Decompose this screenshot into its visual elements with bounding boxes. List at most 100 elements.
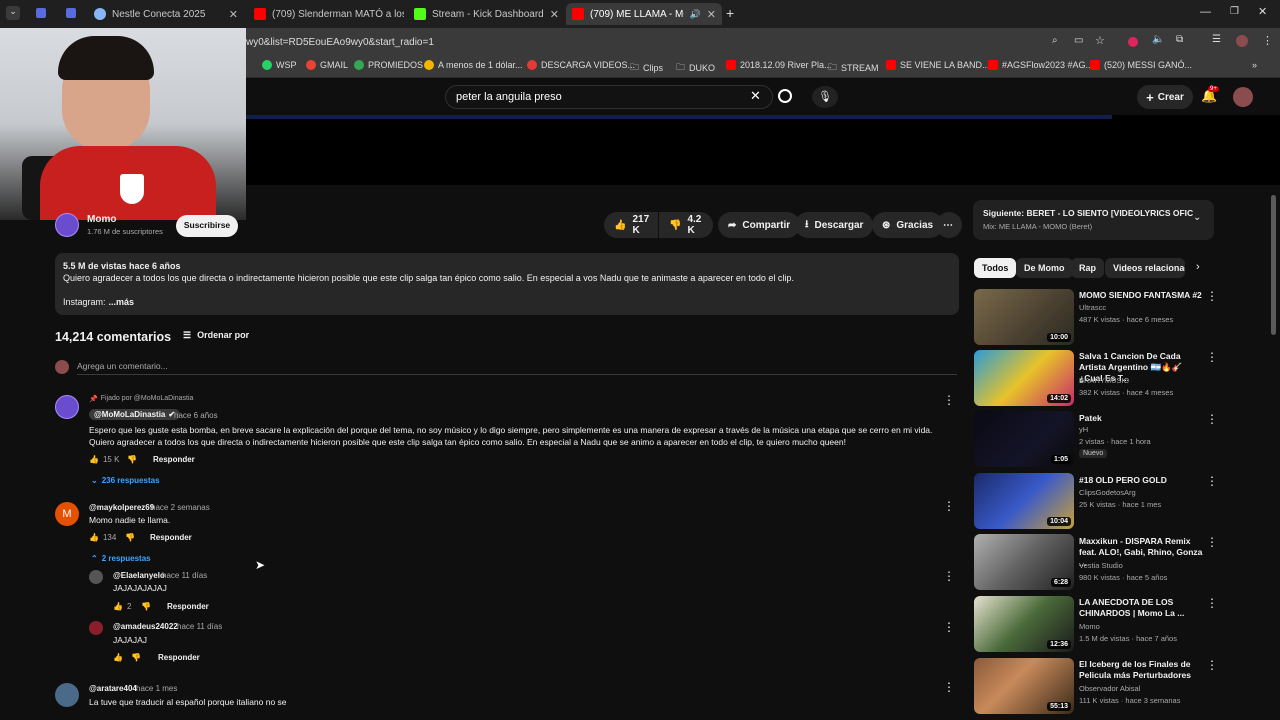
bookmark-item[interactable]: SE VIENE LA BAND... xyxy=(886,60,990,70)
video-title[interactable]: El Iceberg de los Finales de Pelicula má… xyxy=(1079,659,1203,681)
address-bar[interactable]: wy0&list=RD5EouEAo9wy0&start_radio=1 xyxy=(246,37,434,48)
bookmark-folder[interactable]: 🗀 Clips xyxy=(630,60,663,76)
comment-dislike-button[interactable]: 👎 xyxy=(125,533,135,542)
video-thumbnail[interactable]: 1:05 xyxy=(974,411,1074,467)
subscribe-button[interactable]: Suscribirse xyxy=(176,215,238,237)
comment-menu-icon[interactable]: ⋮ xyxy=(943,680,955,694)
video-menu-icon[interactable]: ⋮ xyxy=(1206,658,1218,672)
comment-avatar[interactable] xyxy=(55,395,79,419)
reply-like-button[interactable]: 👍 2 xyxy=(113,602,131,611)
close-window-button[interactable]: ✕ xyxy=(1258,5,1267,18)
video-title[interactable]: MOMO SIENDO FANTASMA #2 xyxy=(1079,290,1203,301)
reply-menu-icon[interactable]: ⋮ xyxy=(943,620,955,634)
comment-author[interactable]: @maykolperez69 xyxy=(89,503,154,512)
show-replies-button[interactable]: ⌄ 236 respuestas xyxy=(91,476,160,485)
expand-playlist-icon[interactable]: ⌄ xyxy=(1193,212,1201,223)
reply-avatar[interactable] xyxy=(89,621,103,635)
video-progress-bar[interactable] xyxy=(246,115,1112,119)
bookmark-item[interactable]: (520) MESSI GANÓ... xyxy=(1090,60,1192,70)
reply-author[interactable]: @amadeus24022 xyxy=(113,622,178,631)
close-tab-icon[interactable]: ✕ xyxy=(550,8,559,21)
video-title[interactable]: LA ANECDOTA DE LOS CHINARDOS | Momo La .… xyxy=(1079,597,1203,619)
reply-button[interactable]: Responder xyxy=(153,455,195,464)
chips-next-icon[interactable]: › xyxy=(1196,261,1200,273)
minimize-button[interactable]: — xyxy=(1200,6,1211,18)
bookmark-item[interactable]: PROMIEDOS xyxy=(354,60,423,70)
channel-name[interactable]: Momo xyxy=(87,214,116,225)
media-control-icon[interactable]: 🔈 xyxy=(1152,34,1164,45)
video-channel[interactable]: BRAHYMUSIC xyxy=(1079,376,1129,385)
share-button[interactable]: ➦ Compartir xyxy=(718,212,801,238)
reply-button[interactable]: Responder xyxy=(167,602,209,611)
browser-tab[interactable]: Stream - Kick Dashboard ✕ xyxy=(408,3,564,25)
video-channel[interactable]: Vestia Studio xyxy=(1079,561,1123,570)
reply-button[interactable]: Responder xyxy=(158,653,200,662)
voice-search-button[interactable]: 🎙 xyxy=(812,86,838,108)
pinned-tab-icon[interactable] xyxy=(66,8,76,18)
show-more-link[interactable]: ...más xyxy=(109,297,135,307)
video-menu-icon[interactable]: ⋮ xyxy=(1206,474,1218,488)
bookmark-item[interactable]: WSP xyxy=(262,60,297,70)
video-thumbnail[interactable]: 14:02 xyxy=(974,350,1074,406)
bookmark-item[interactable]: 2018.12.09 River Pla... xyxy=(726,60,832,70)
hide-replies-button[interactable]: ⌃ 2 respuestas xyxy=(91,554,151,563)
comment-menu-icon[interactable]: ⋮ xyxy=(943,393,955,407)
chip-all[interactable]: Todos xyxy=(974,258,1017,278)
reply-avatar[interactable] xyxy=(89,570,103,584)
reply-menu-icon[interactable]: ⋮ xyxy=(943,569,955,583)
new-tab-button[interactable]: + xyxy=(726,5,734,21)
video-channel[interactable]: Observador Abisal xyxy=(1079,684,1140,693)
bookmark-star-icon[interactable]: ☆ xyxy=(1095,34,1105,47)
bookmark-item[interactable]: GMAIL xyxy=(306,60,348,70)
video-channel[interactable]: Ultrascc xyxy=(1079,303,1106,312)
comment-avatar[interactable] xyxy=(55,683,79,707)
browser-tab[interactable]: Nestle Conecta 2025 ✕ xyxy=(88,3,244,25)
clear-search-icon[interactable]: ✕ xyxy=(750,88,761,104)
bookmark-item[interactable]: DESCARGA VIDEOS... xyxy=(527,60,635,70)
description-box[interactable]: 5.5 M de vistas hace 6 años Quiero agrad… xyxy=(55,253,959,315)
chip-from-momo[interactable]: De Momo xyxy=(1016,258,1073,278)
playlist-panel[interactable]: Siguiente: BERET - LO SIENTO [VIDEOLYRIC… xyxy=(973,200,1214,240)
video-thumbnail[interactable]: 10:00 xyxy=(974,289,1074,345)
download-button[interactable]: ⭳ Descargar xyxy=(795,212,874,238)
bookmark-folder[interactable]: 🗀 DUKO xyxy=(676,60,715,76)
comment-menu-icon[interactable]: ⋮ xyxy=(943,499,955,513)
cast-icon[interactable]: ▭ xyxy=(1074,35,1083,46)
thanks-button[interactable]: ⊛ Gracias xyxy=(872,212,944,238)
comment-like-button[interactable]: 👍 134 xyxy=(89,533,116,542)
channel-avatar[interactable] xyxy=(55,213,79,237)
browser-menu-icon[interactable]: ⋮ xyxy=(1262,34,1273,47)
dislike-button[interactable]: 👎 4.2 K xyxy=(659,212,713,238)
extensions-puzzle-icon[interactable]: ⧉ xyxy=(1176,34,1183,45)
video-menu-icon[interactable]: ⋮ xyxy=(1206,289,1218,303)
audio-playing-icon[interactable]: 🔊 xyxy=(690,9,701,20)
page-scrollbar[interactable] xyxy=(1271,195,1276,335)
comment-author[interactable]: @aratare404 xyxy=(89,684,137,693)
browser-tab[interactable]: (709) Slenderman MATÓ a los✕ xyxy=(248,3,404,25)
video-thumbnail[interactable]: 6:28 xyxy=(974,534,1074,590)
video-title[interactable]: Patek xyxy=(1079,413,1203,424)
video-thumbnail[interactable]: 12:36 xyxy=(974,596,1074,652)
like-button[interactable]: 👍 217 K xyxy=(604,212,658,238)
extension-icon[interactable] xyxy=(1128,37,1138,47)
more-bookmarks-icon[interactable]: » xyxy=(1252,60,1257,70)
chip-rap[interactable]: Rap xyxy=(1071,258,1105,278)
video-menu-icon[interactable]: ⋮ xyxy=(1206,350,1218,364)
reply-like-button[interactable]: 👍 xyxy=(113,653,123,662)
add-comment-input[interactable]: Agrega un comentario... xyxy=(77,361,957,375)
pinned-tab-icon[interactable] xyxy=(36,8,46,18)
video-channel[interactable]: yH xyxy=(1079,425,1088,434)
comment-author-badge[interactable]: @MoMoLaDinastia ✔ xyxy=(89,409,181,420)
chip-related[interactable]: Videos relacionad xyxy=(1105,258,1185,278)
search-icon[interactable] xyxy=(778,89,792,103)
comment-avatar[interactable]: M xyxy=(55,502,79,526)
user-avatar[interactable] xyxy=(1233,87,1253,107)
comment-like-button[interactable]: 👍 15 K xyxy=(89,455,119,464)
reply-dislike-button[interactable]: 👎 xyxy=(141,602,151,611)
close-tab-icon[interactable]: ✕ xyxy=(229,8,238,21)
reply-button[interactable]: Responder xyxy=(150,533,192,542)
video-menu-icon[interactable]: ⋮ xyxy=(1206,535,1218,549)
bookmark-folder[interactable]: 🗀 STREAM xyxy=(828,60,879,76)
bookmark-item[interactable]: A menos de 1 dólar... xyxy=(424,60,523,70)
video-title[interactable]: #18 OLD PERO GOLD xyxy=(1079,475,1203,486)
